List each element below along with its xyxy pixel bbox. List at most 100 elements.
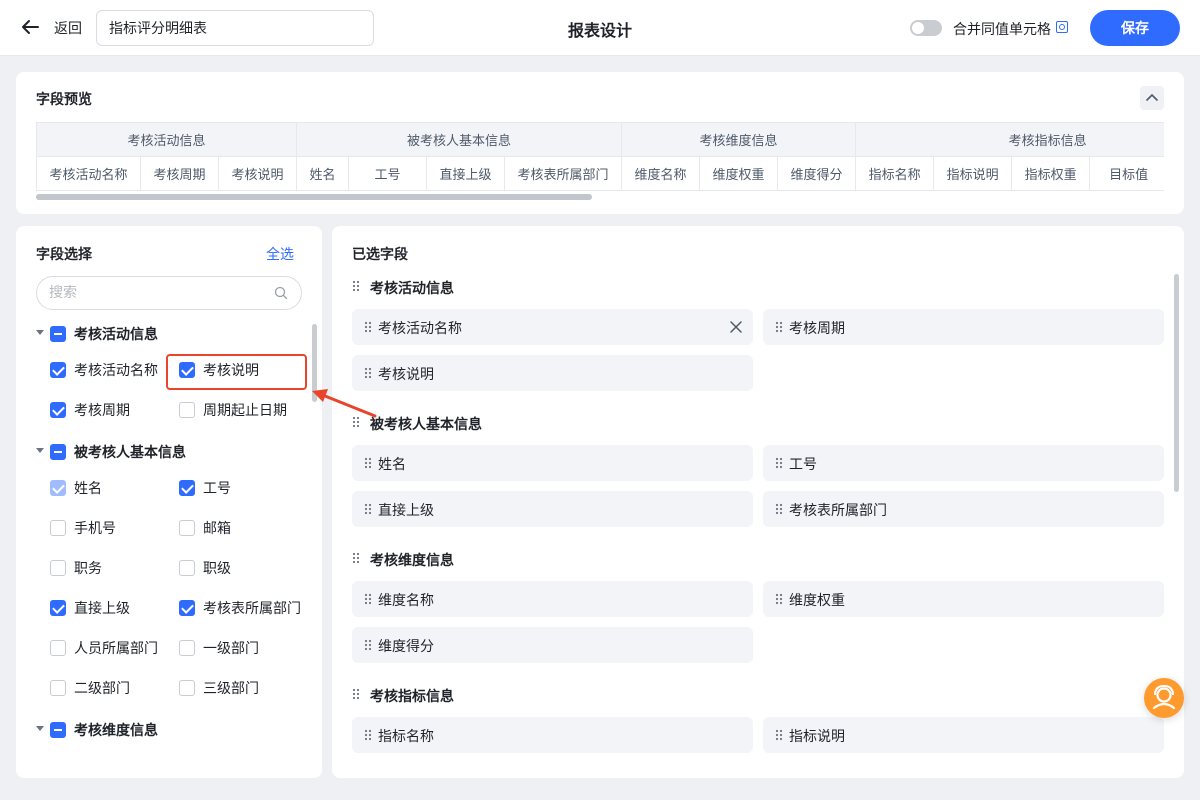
save-button[interactable]: 保存 bbox=[1090, 10, 1180, 46]
preview-column-header: 工号 bbox=[348, 156, 428, 191]
drag-handle-icon[interactable] bbox=[775, 321, 783, 333]
field-group[interactable]: 考核活动信息 bbox=[16, 322, 316, 346]
vertical-scrollbar[interactable] bbox=[1174, 274, 1179, 492]
selected-section-title[interactable]: 被考核人基本信息 bbox=[352, 414, 752, 434]
selected-section-title[interactable]: 考核活动信息 bbox=[352, 278, 752, 298]
drag-handle-icon[interactable] bbox=[364, 367, 372, 379]
section-label: 考核活动信息 bbox=[370, 281, 454, 297]
field-group[interactable]: 考核维度信息 bbox=[16, 718, 316, 742]
field-checkbox[interactable] bbox=[179, 480, 195, 496]
chip-label: 考核活动名称 bbox=[378, 321, 462, 337]
caret-down-icon[interactable] bbox=[36, 448, 44, 453]
vertical-scrollbar[interactable] bbox=[312, 324, 317, 402]
selected-section-title[interactable]: 考核维度信息 bbox=[352, 550, 752, 570]
field-checkbox-item[interactable]: 三级部门 bbox=[179, 677, 303, 699]
field-checkbox[interactable] bbox=[179, 680, 195, 696]
field-checkbox-item[interactable]: 一级部门 bbox=[179, 637, 303, 659]
selected-section-title[interactable]: 考核指标信息 bbox=[352, 686, 752, 706]
field-checkbox-item[interactable]: 二级部门 bbox=[50, 677, 174, 699]
field-checkbox-item[interactable]: 直接上级 bbox=[50, 597, 174, 619]
selected-field-chip[interactable]: 姓名 bbox=[352, 445, 753, 481]
chip-label: 指标说明 bbox=[789, 729, 845, 745]
field-checkbox-item[interactable]: 手机号 bbox=[50, 517, 174, 539]
field-checkbox-item[interactable]: 考核表所属部门 bbox=[179, 597, 303, 619]
field-checkbox-item[interactable]: 考核活动名称 bbox=[50, 359, 174, 381]
field-select-title: 字段选择 bbox=[36, 247, 92, 263]
drag-handle-icon[interactable] bbox=[775, 457, 783, 469]
field-checkbox[interactable] bbox=[50, 362, 66, 378]
field-label: 考核表所属部门 bbox=[203, 601, 301, 617]
drag-handle-icon[interactable] bbox=[775, 729, 783, 741]
field-checkbox[interactable] bbox=[50, 520, 66, 536]
group-checkbox[interactable] bbox=[50, 444, 66, 460]
drag-handle-icon[interactable] bbox=[775, 593, 783, 605]
group-checkbox[interactable] bbox=[50, 722, 66, 738]
field-checkbox-item[interactable]: 考核周期 bbox=[50, 399, 174, 421]
field-checkbox-item[interactable]: 周期起止日期 bbox=[179, 399, 303, 421]
caret-down-icon[interactable] bbox=[36, 726, 44, 731]
field-checkbox[interactable] bbox=[50, 600, 66, 616]
field-checkbox[interactable] bbox=[179, 640, 195, 656]
field-checkbox-item[interactable]: 邮箱 bbox=[179, 517, 303, 539]
field-checkbox[interactable] bbox=[179, 520, 195, 536]
field-checkbox[interactable] bbox=[50, 680, 66, 696]
selected-fields-panel: 已选字段 考核活动信息 考核活动名称 考核周期 考核说明 被考核人基本信息 姓名 工号 直接上… bbox=[332, 226, 1184, 778]
field-checkbox[interactable] bbox=[50, 402, 66, 418]
back-link[interactable]: 返回 bbox=[54, 18, 82, 38]
preview-column-header: 姓名 bbox=[296, 156, 350, 191]
caret-down-icon[interactable] bbox=[36, 330, 44, 335]
field-checkbox bbox=[50, 480, 66, 496]
field-checkbox[interactable] bbox=[179, 362, 195, 378]
field-checkbox-item[interactable]: 工号 bbox=[179, 477, 303, 499]
selected-field-chip[interactable]: 考核活动名称 bbox=[352, 309, 753, 345]
drag-handle-icon[interactable] bbox=[364, 503, 372, 515]
drag-handle-icon[interactable] bbox=[364, 593, 372, 605]
selected-field-chip[interactable]: 指标名称 bbox=[352, 717, 753, 753]
assistant-button[interactable] bbox=[1144, 678, 1184, 718]
field-checkbox-item[interactable]: 人员所属部门 bbox=[50, 637, 174, 659]
field-checkbox-item[interactable]: 职级 bbox=[179, 557, 303, 579]
selected-field-chip[interactable]: 考核说明 bbox=[352, 355, 753, 391]
selected-field-chip[interactable]: 指标说明 bbox=[763, 717, 1164, 753]
field-checkbox[interactable] bbox=[179, 402, 195, 418]
selected-field-chip[interactable]: 维度名称 bbox=[352, 581, 753, 617]
merge-cells-toggle[interactable] bbox=[910, 20, 942, 36]
field-checkbox-item[interactable]: 考核说明 bbox=[179, 359, 303, 381]
drag-handle-icon[interactable] bbox=[775, 503, 783, 515]
field-checkbox[interactable] bbox=[50, 560, 66, 576]
group-checkbox[interactable] bbox=[50, 326, 66, 342]
field-checkbox[interactable] bbox=[50, 640, 66, 656]
drag-handle-icon[interactable] bbox=[364, 321, 372, 333]
drag-handle-icon[interactable] bbox=[352, 552, 360, 564]
selected-field-chip[interactable]: 考核表所属部门 bbox=[763, 491, 1164, 527]
drag-handle-icon[interactable] bbox=[352, 416, 360, 428]
preview-column-header: 维度名称 bbox=[621, 156, 701, 191]
preview-group-header: 被考核人基本信息 bbox=[296, 122, 623, 157]
field-label: 考核周期 bbox=[74, 403, 130, 419]
horizontal-scrollbar[interactable] bbox=[36, 194, 592, 200]
select-all-link[interactable]: 全选 bbox=[266, 244, 294, 264]
field-checkbox[interactable] bbox=[179, 560, 195, 576]
selected-field-chip[interactable]: 维度权重 bbox=[763, 581, 1164, 617]
selected-field-chip[interactable]: 工号 bbox=[763, 445, 1164, 481]
report-name-input[interactable] bbox=[96, 10, 374, 46]
drag-handle-icon[interactable] bbox=[352, 688, 360, 700]
field-checkbox[interactable] bbox=[179, 600, 195, 616]
selected-field-chip[interactable]: 考核周期 bbox=[763, 309, 1164, 345]
help-icon[interactable] bbox=[1056, 21, 1068, 33]
close-icon[interactable] bbox=[729, 320, 743, 334]
field-checkbox-item[interactable]: 姓名 bbox=[50, 477, 174, 499]
drag-handle-icon[interactable] bbox=[364, 457, 372, 469]
field-group[interactable]: 被考核人基本信息 bbox=[16, 440, 316, 464]
drag-handle-icon[interactable] bbox=[364, 729, 372, 741]
field-checkbox-item[interactable]: 职务 bbox=[50, 557, 174, 579]
drag-handle-icon[interactable] bbox=[364, 639, 372, 651]
selected-field-chip[interactable]: 直接上级 bbox=[352, 491, 753, 527]
back-arrow-icon[interactable] bbox=[18, 15, 42, 39]
search-input[interactable] bbox=[36, 276, 302, 310]
preview-column-header: 直接上级 bbox=[426, 156, 506, 191]
collapse-button[interactable] bbox=[1140, 86, 1164, 110]
search-icon[interactable] bbox=[274, 286, 288, 300]
drag-handle-icon[interactable] bbox=[352, 280, 360, 292]
selected-field-chip[interactable]: 维度得分 bbox=[352, 627, 753, 663]
